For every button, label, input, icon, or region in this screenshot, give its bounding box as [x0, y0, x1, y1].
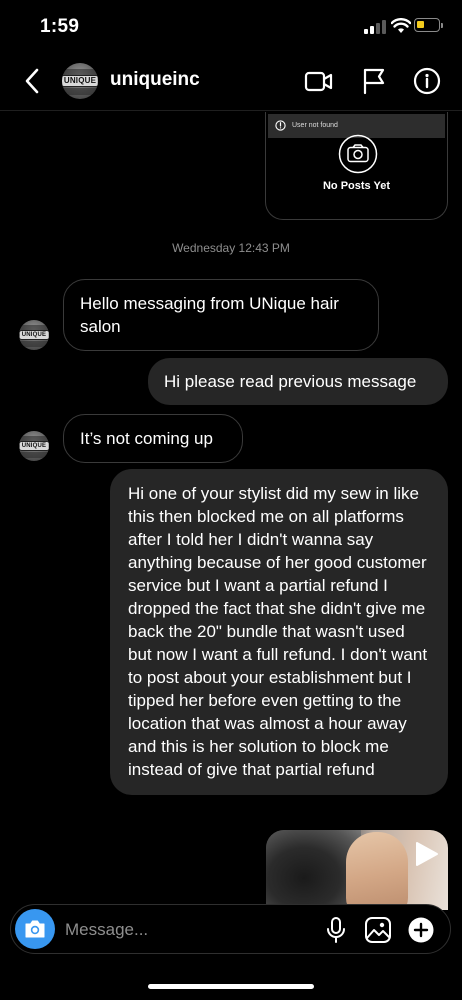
message-input[interactable]: [63, 915, 257, 945]
gallery-icon[interactable]: [364, 916, 392, 944]
avatar-logo-text: UNIQUE: [62, 75, 98, 87]
sent-message-bubble[interactable]: Hi please read previous message: [148, 358, 448, 405]
play-icon[interactable]: [412, 840, 440, 868]
back-chevron-icon[interactable]: [20, 66, 44, 96]
status-time: 1:59: [40, 16, 80, 37]
message-text: Hi one of your stylist did my sew in lik…: [128, 484, 428, 779]
avatar-logo-text: UNIQUE: [19, 330, 49, 340]
camera-button[interactable]: [15, 909, 55, 949]
received-message-bubble[interactable]: It’s not coming up: [63, 414, 243, 463]
sender-avatar[interactable]: UNIQUE: [19, 431, 49, 461]
info-icon[interactable]: [412, 66, 442, 96]
video-call-icon[interactable]: [304, 66, 334, 96]
wifi-icon: [391, 18, 411, 33]
microphone-icon[interactable]: [322, 916, 350, 944]
message-text: Hi please read previous message: [164, 372, 417, 391]
home-indicator[interactable]: [148, 984, 314, 989]
message-text: It’s not coming up: [80, 429, 213, 448]
battery-icon: [414, 18, 443, 32]
shared-post-card[interactable]: User not found No Posts Yet: [265, 112, 448, 220]
profile-avatar[interactable]: UNIQUE: [62, 63, 98, 99]
message-composer: [10, 904, 451, 954]
status-bar: 1:59: [0, 0, 462, 52]
message-timestamp: Wednesday 12:43 PM: [172, 241, 290, 255]
alert-circle-icon: [275, 120, 286, 131]
chat-username[interactable]: uniqueinc: [110, 69, 200, 91]
camera-icon: [25, 920, 45, 938]
chat-header: UNIQUE uniqueinc: [0, 52, 462, 111]
cellular-signal-icon: [364, 20, 386, 34]
no-posts-label: No Posts Yet: [322, 180, 391, 192]
camera-icon: [338, 134, 378, 174]
post-warning-text: User not found: [292, 122, 338, 129]
received-message-bubble[interactable]: Hello messaging from UNique hair salon: [63, 279, 379, 351]
sender-avatar[interactable]: UNIQUE: [19, 320, 49, 350]
flag-icon[interactable]: [359, 66, 389, 96]
message-text: Hello messaging from UNique hair salon: [80, 294, 339, 336]
plus-icon[interactable]: [407, 916, 435, 944]
sent-message-bubble[interactable]: Hi one of your stylist did my sew in lik…: [110, 469, 448, 795]
avatar-logo-text: UNIQUE: [19, 441, 49, 451]
video-message-thumbnail[interactable]: [266, 830, 448, 910]
